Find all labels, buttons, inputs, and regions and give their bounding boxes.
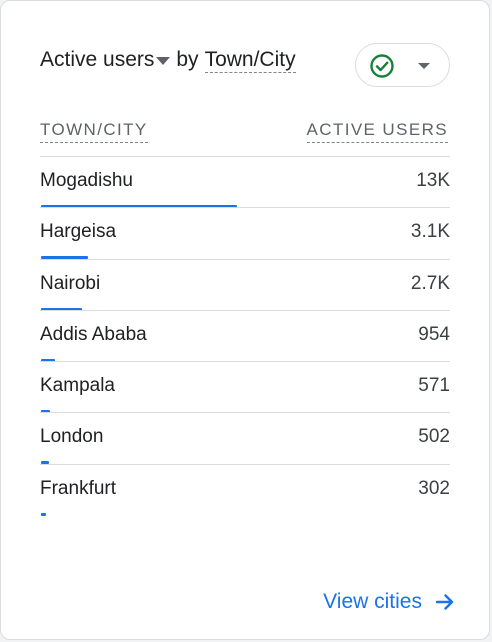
- active-users-by-city-card: Active users by Town/City TOWN/CITY ACTI…: [0, 0, 490, 640]
- caret-down-icon: [156, 57, 171, 65]
- city-name: Nairobi: [40, 272, 101, 294]
- table-row: Mogadishu 13K: [40, 156, 450, 208]
- by-label: by: [176, 48, 199, 71]
- active-users-value: 302: [418, 477, 450, 499]
- active-users-value: 3.1K: [410, 221, 450, 243]
- city-name: Mogadishu: [40, 170, 133, 191]
- check-circle-icon: [370, 54, 394, 78]
- table-row: Frankfurt 302: [40, 463, 450, 516]
- active-users-value: 571: [418, 375, 450, 397]
- table-row: Addis Ababa 954: [40, 309, 450, 362]
- city-name: London: [40, 426, 104, 448]
- metric-dropdown[interactable]: Active users: [40, 48, 176, 72]
- city-name: Frankfurt: [40, 477, 117, 499]
- chevron-down-icon: [418, 63, 430, 69]
- dimension-dropdown[interactable]: Town/City: [204, 48, 296, 73]
- city-name: Hargeisa: [40, 221, 117, 243]
- city-name: Addis Ababa: [40, 323, 147, 345]
- city-table: Mogadishu 13K Hargeisa 3.1K Nairobi 2.7K…: [40, 156, 450, 516]
- active-users-value: 502: [418, 426, 450, 448]
- city-name: Kampala: [40, 375, 115, 397]
- metric-label: Active users: [40, 48, 155, 71]
- view-cities-link[interactable]: View cities: [323, 590, 456, 614]
- share-bar: [41, 512, 46, 516]
- table-row: Hargeisa 3.1K: [40, 207, 450, 260]
- table-row: Nairobi 2.7K: [40, 258, 450, 311]
- data-quality-status-button[interactable]: [355, 43, 450, 87]
- table-row: Kampala 571: [40, 361, 450, 414]
- column-header-town-city[interactable]: TOWN/CITY: [40, 119, 148, 143]
- card-header: Active users by Town/City: [40, 43, 296, 77]
- arrow-right-icon: [435, 594, 454, 610]
- active-users-value: 954: [418, 323, 450, 345]
- table-row: London 502: [40, 412, 450, 465]
- active-users-value: 2.7K: [410, 272, 450, 294]
- view-cities-label: View cities: [323, 590, 422, 613]
- column-header-active-users[interactable]: ACTIVE USERS: [306, 119, 448, 143]
- active-users-value: 13K: [416, 170, 450, 191]
